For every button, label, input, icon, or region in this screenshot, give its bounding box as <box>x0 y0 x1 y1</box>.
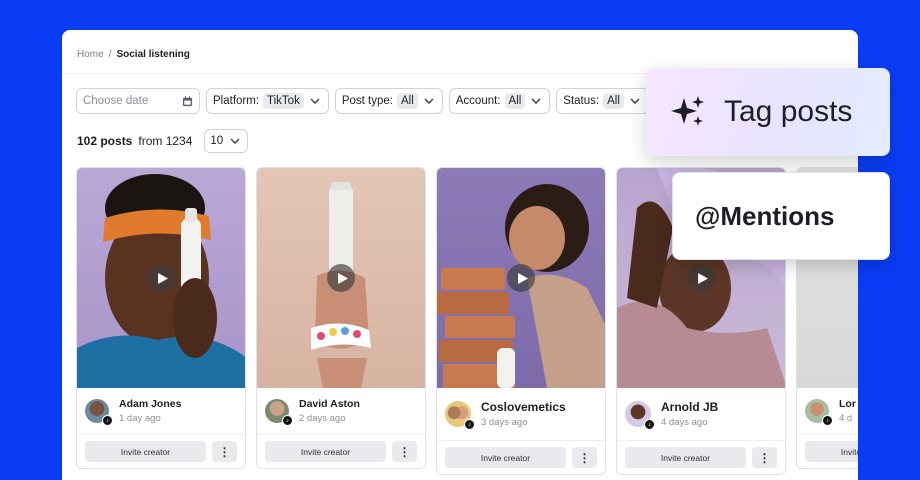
tiktok-icon: ♪ <box>102 415 113 426</box>
date-picker[interactable]: Choose date <box>76 88 200 114</box>
creator-info: ♪ David Aston 2 days ago <box>257 388 425 435</box>
play-button[interactable] <box>147 264 175 292</box>
chevron-down-icon <box>531 98 541 105</box>
post-card: ♪ Coslovemetics 3 days ago Invite creato… <box>436 167 606 475</box>
tiktok-icon: ♪ <box>282 415 293 426</box>
status-filter-label: Status: <box>563 95 600 107</box>
breadcrumb: Home / Social listening <box>77 49 190 60</box>
tag-posts-label: Tag posts <box>724 95 853 128</box>
results-total: from 1234 <box>138 134 193 148</box>
creator-name[interactable]: Lor <box>839 398 856 410</box>
post-type-filter-value: All <box>396 93 418 109</box>
status-filter-value: All <box>603 93 624 109</box>
status-filter[interactable]: Status: All <box>556 88 649 114</box>
play-button[interactable] <box>687 264 715 292</box>
play-icon <box>697 272 708 284</box>
mentions-popup[interactable]: @Mentions <box>672 172 890 260</box>
post-card: ♪ David Aston 2 days ago Invite creator … <box>256 167 426 469</box>
tiktok-icon: ♪ <box>822 415 833 426</box>
platform-filter-value: TikTok <box>263 93 304 109</box>
filter-bar: Choose date Platform: TikTok Post type: … <box>76 88 649 114</box>
card-actions: Invite creator ⋮ <box>617 441 785 474</box>
platform-filter-label: Platform: <box>213 95 260 107</box>
post-time: 4 d <box>839 413 853 424</box>
post-thumbnail[interactable] <box>77 168 245 388</box>
play-button[interactable] <box>327 264 355 292</box>
post-card: ♪ Adam Jones 1 day ago Invite creator ⋮ <box>76 167 246 469</box>
results-summary: 102 posts from 1234 10 <box>77 129 249 153</box>
creator-info: ♪ Adam Jones 1 day ago <box>77 388 245 435</box>
more-icon[interactable]: ⋮ <box>392 441 417 462</box>
post-type-filter-label: Post type: <box>341 95 393 107</box>
avatar[interactable]: ♪ <box>445 401 475 430</box>
play-icon <box>157 272 168 284</box>
card-actions: Invite creator ⋮ <box>437 441 605 474</box>
creator-name[interactable]: Adam Jones <box>119 398 181 410</box>
post-time: 3 days ago <box>481 417 528 428</box>
creator-info: ♪ Coslovemetics 3 days ago <box>437 388 605 441</box>
page-size-value: 10 <box>210 135 224 147</box>
post-time: 1 day ago <box>119 413 161 424</box>
calendar-icon <box>182 95 193 106</box>
chevron-down-icon <box>424 98 434 105</box>
card-actions: Invite creator ⋮ <box>797 435 858 468</box>
results-count: 102 posts <box>77 134 133 148</box>
account-filter-label: Account: <box>455 95 501 107</box>
chevron-down-icon <box>230 138 240 145</box>
invite-creator-button[interactable]: Invite creator <box>85 441 206 462</box>
page-size-select[interactable]: 10 <box>204 129 249 153</box>
breadcrumb-separator: / <box>108 49 112 60</box>
creator-info: ♪ Arnold JB 4 days ago <box>617 388 785 441</box>
date-picker-placeholder: Choose date <box>83 95 149 107</box>
sparkles-icon <box>671 96 704 126</box>
card-actions: Invite creator ⋮ <box>257 435 425 468</box>
mentions-label: @Mentions <box>695 200 835 231</box>
chevron-down-icon <box>630 98 640 105</box>
card-actions: Invite creator ⋮ <box>77 435 245 468</box>
post-thumbnail[interactable] <box>437 168 605 388</box>
creator-name[interactable]: David Aston <box>299 398 360 410</box>
tag-posts-popup[interactable]: Tag posts <box>646 68 890 156</box>
tiktok-icon: ♪ <box>644 419 655 430</box>
more-icon[interactable]: ⋮ <box>752 447 777 468</box>
post-time: 4 days ago <box>661 417 708 428</box>
invite-creator-button[interactable]: Invite creator <box>445 447 566 468</box>
account-filter-value: All <box>504 93 526 109</box>
creator-info: ♪ Lor 4 d <box>797 388 858 435</box>
avatar[interactable]: ♪ <box>625 401 655 430</box>
post-type-filter[interactable]: Post type: All <box>334 88 443 114</box>
more-icon[interactable]: ⋮ <box>212 441 237 462</box>
play-button[interactable] <box>507 264 535 292</box>
play-icon <box>517 272 528 284</box>
post-time: 2 days ago <box>299 413 346 424</box>
chevron-down-icon <box>310 98 320 105</box>
avatar[interactable]: ♪ <box>805 399 833 426</box>
avatar[interactable]: ♪ <box>265 399 293 426</box>
post-thumbnail[interactable] <box>257 168 425 388</box>
invite-creator-button[interactable]: Invite creator <box>625 447 746 468</box>
creator-name[interactable]: Arnold JB <box>661 400 718 414</box>
creator-name[interactable]: Coslovemetics <box>481 400 566 414</box>
play-icon <box>337 272 348 284</box>
invite-creator-button[interactable]: Invite creator <box>805 441 858 462</box>
account-filter[interactable]: Account: All <box>448 88 551 114</box>
breadcrumb-current: Social listening <box>116 49 190 60</box>
tiktok-icon: ♪ <box>464 419 475 430</box>
invite-creator-button[interactable]: Invite creator <box>265 441 386 462</box>
breadcrumb-home[interactable]: Home <box>77 49 104 60</box>
platform-filter[interactable]: Platform: TikTok <box>206 88 329 114</box>
avatar[interactable]: ♪ <box>85 399 113 426</box>
more-icon[interactable]: ⋮ <box>572 447 597 468</box>
